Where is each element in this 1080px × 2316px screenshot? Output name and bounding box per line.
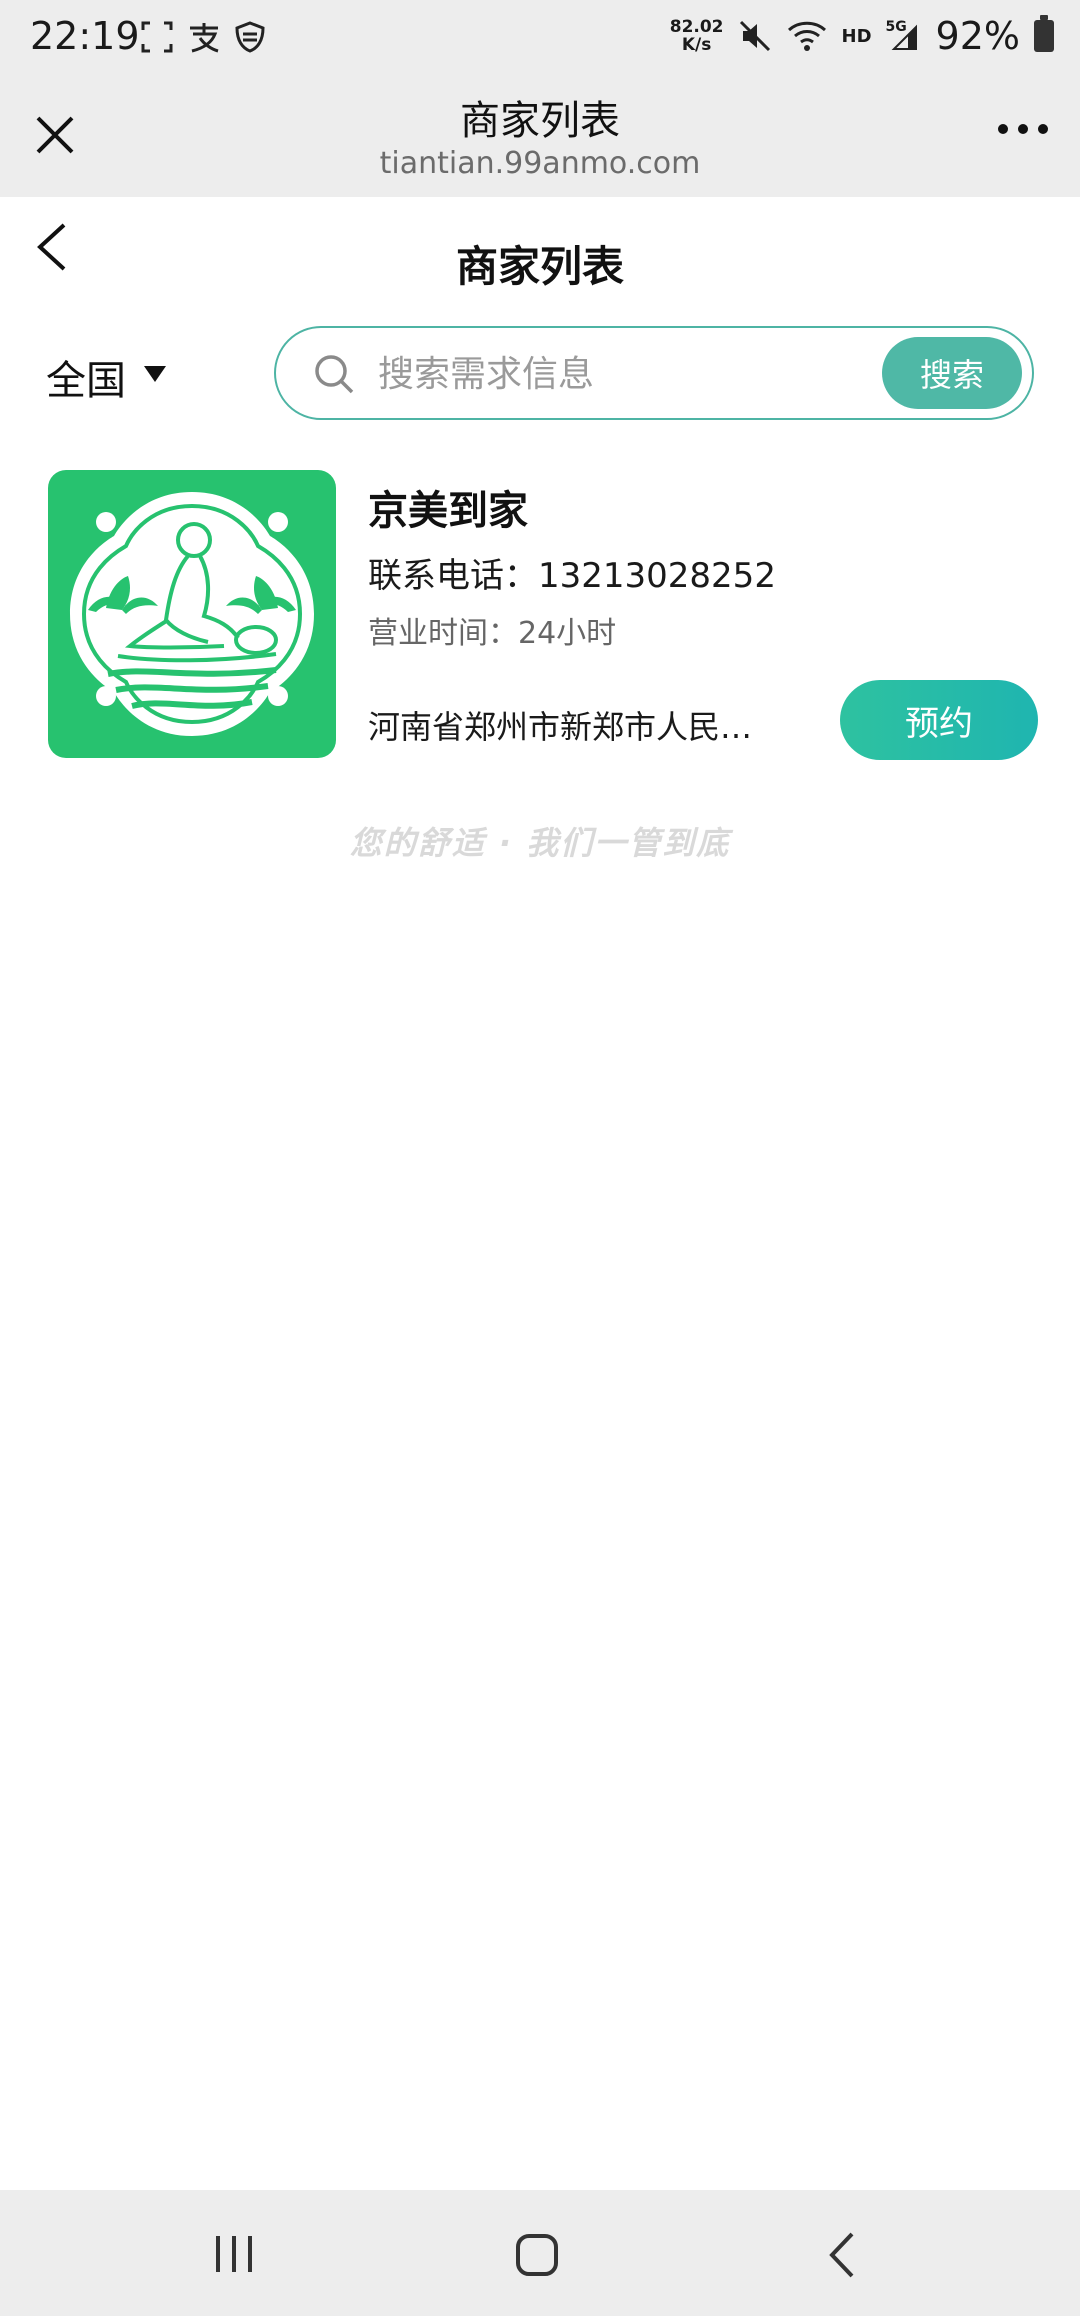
massage-logo-icon [70, 492, 314, 736]
book-button[interactable]: 预约 [840, 680, 1038, 760]
search-bar: 搜索 [274, 326, 1034, 420]
merchant-phone: 联系电话：13213028252 [368, 556, 776, 596]
search-input[interactable] [376, 346, 836, 402]
screenshot-frame-icon [141, 21, 173, 53]
page-title: 商家列表 [455, 242, 624, 291]
browser-title: 商家列表 [460, 98, 620, 144]
merchant-logo [48, 470, 336, 758]
net-speed-value: 82.02 [669, 17, 724, 37]
wifi-icon [787, 21, 826, 51]
battery-percent: 92% [935, 14, 1020, 58]
search-icon [315, 355, 354, 394]
more-options-icon[interactable] [998, 124, 1048, 134]
page-header: 商家列表 [0, 197, 1080, 315]
merchant-address: 河南省郑州市新郑市人民… [368, 708, 753, 746]
alipay-icon [190, 23, 219, 53]
status-right-icons: 82.02 K/s HD 5G 92% [670, 14, 1054, 58]
browser-header: 商家列表 tiantian.99anmo.com [0, 80, 1080, 197]
mute-icon [739, 20, 770, 52]
shield-icon [235, 21, 265, 53]
merchant-hours: 营业时间：24小时 [368, 616, 617, 651]
hd-label: HD [841, 25, 872, 47]
status-bar: 22:19 82.02 K/s HD 5G 92% [0, 0, 1080, 80]
net-speed: 82.02 K/s [670, 18, 724, 54]
signal-icon: 5G [886, 19, 922, 53]
battery-icon [1034, 15, 1054, 52]
region-label: 全国 [46, 358, 126, 404]
browser-url: tiantian.99anmo.com [379, 146, 701, 181]
dropdown-triangle-icon [144, 366, 166, 382]
net-speed-unit: K/s [681, 35, 712, 55]
merchant-card[interactable]: 京美到家 联系电话：13213028252 营业时间：24小时 河南省郑州市新郑… [48, 470, 1038, 760]
status-time: 22:19 [30, 14, 140, 58]
status-left-icons [140, 20, 266, 54]
slogan: 您的舒适 · 我们一管到底 [349, 824, 731, 862]
region-dropdown[interactable]: 全国 [46, 348, 166, 406]
recent-apps-icon[interactable] [212, 2234, 256, 2274]
search-button[interactable]: 搜索 [882, 337, 1022, 409]
nav-back-icon[interactable] [822, 2230, 862, 2280]
merchant-name: 京美到家 [368, 488, 528, 534]
system-nav-bar [0, 2190, 1080, 2316]
home-icon[interactable] [514, 2232, 560, 2278]
